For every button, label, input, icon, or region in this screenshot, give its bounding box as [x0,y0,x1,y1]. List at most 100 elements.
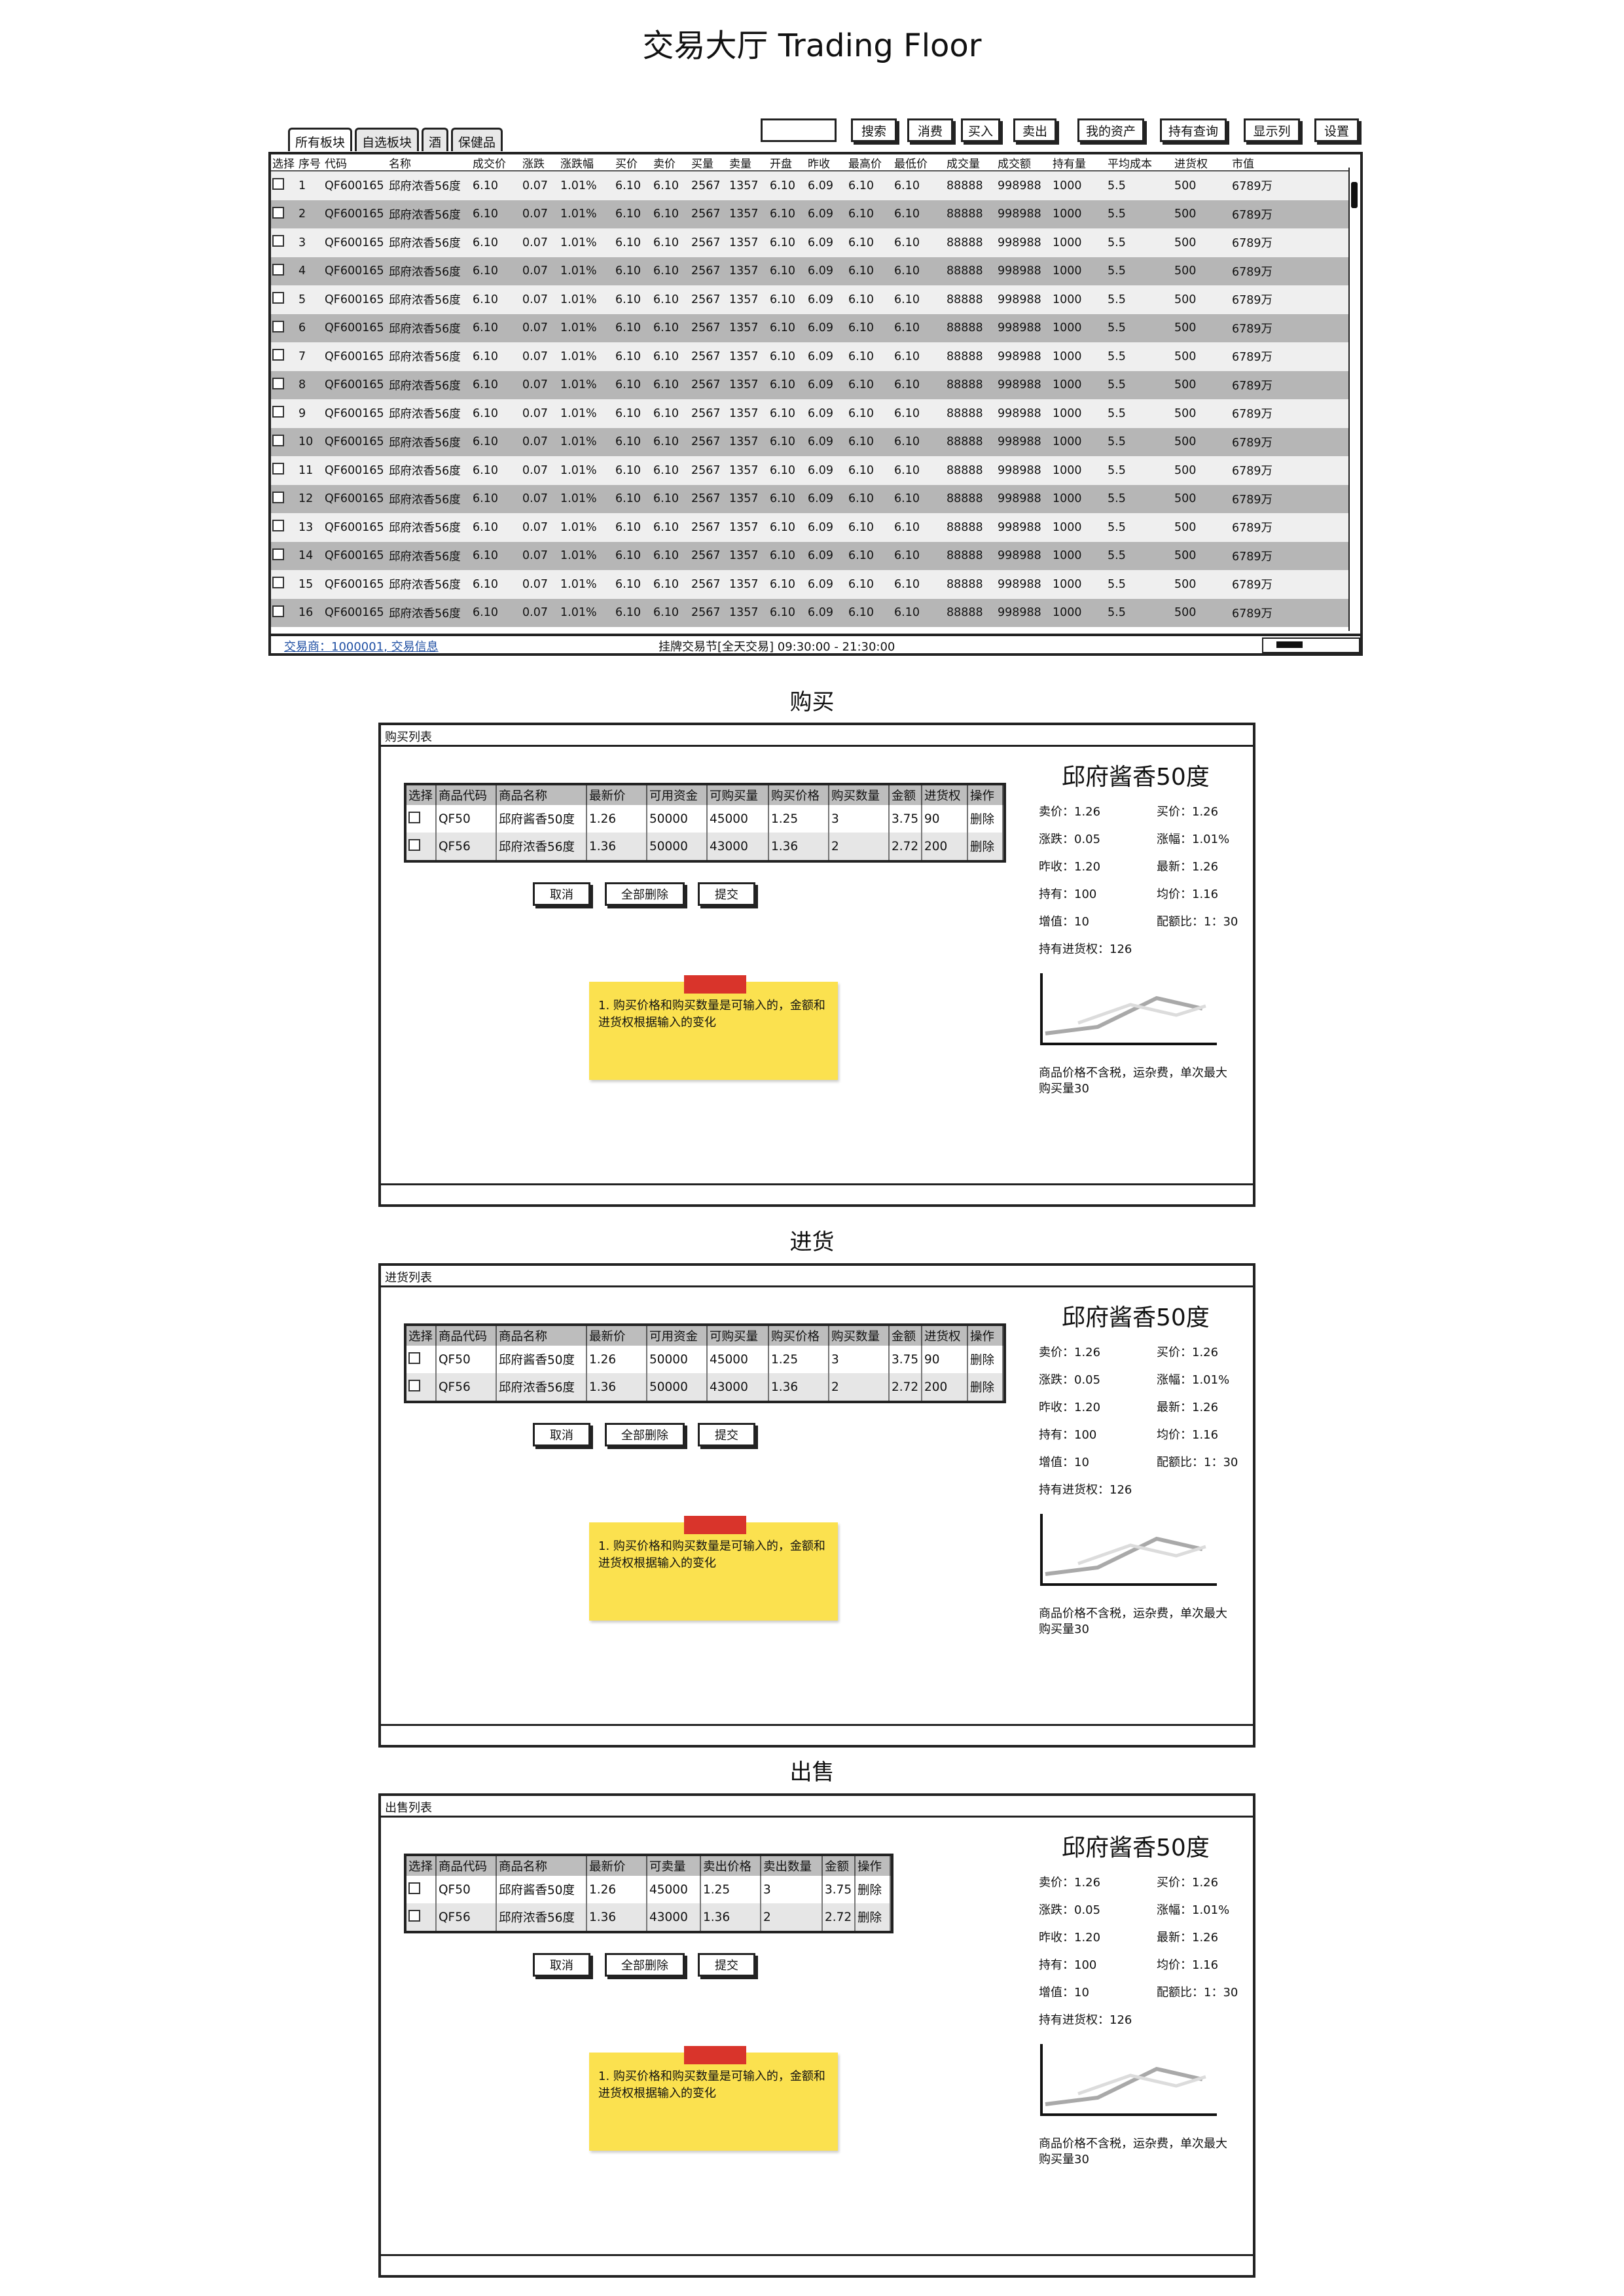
column-header[interactable]: 最低价 [893,154,945,171]
tab-health[interactable]: 保健品 [451,128,503,151]
select-cell[interactable] [271,320,297,336]
consume-button[interactable]: 消费 [907,118,953,142]
table-row[interactable]: QF56 邱府浓香56度 1.36 50000 43000 1.36 2 2.72 200 删除 [406,1373,1003,1401]
column-header[interactable]: 涨跌 [521,154,559,171]
select-cell[interactable] [271,605,297,620]
search-button[interactable]: 搜索 [851,118,897,142]
column-header[interactable]: 卖量 [728,154,768,171]
table-row[interactable]: QF50 邱府酱香50度 1.26 45000 1.25 3 3.75 删除 [406,1876,891,1903]
column-header[interactable]: 昨收 [806,154,847,171]
select-cell[interactable] [271,349,297,364]
select-cell[interactable] [271,178,297,193]
table-row[interactable]: 15 QF600165 邱府浓香56度 6.10 0.07 1.01% 6.10 6.10 25… [271,570,1360,599]
column-header[interactable]: 买量 [690,154,728,171]
row-checkbox[interactable] [272,349,284,361]
holdings-query-button[interactable]: 持有查询 [1160,118,1227,142]
table-row[interactable]: QF50 邱府酱香50度 1.26 50000 45000 1.25 3 3.75 90 删除 [406,805,1003,833]
select-cell[interactable] [271,434,297,450]
row-checkbox[interactable] [272,320,284,332]
select-cell[interactable] [271,577,297,592]
table-row[interactable]: QF50 邱府酱香50度 1.26 50000 45000 1.25 3 3.75 90 删除 [406,1346,1003,1373]
select-cell[interactable] [406,1373,437,1401]
table-row[interactable]: QF56 邱府浓香56度 1.36 43000 1.36 2 2.72 删除 [406,1903,891,1931]
select-cell[interactable] [406,1903,437,1931]
submit-button[interactable]: 提交 [698,1423,755,1446]
vertical-scrollbar[interactable] [1348,168,1360,631]
tab-favorite-boards[interactable]: 自选板块 [355,128,420,151]
select-cell[interactable] [271,206,297,222]
row-checkbox[interactable] [408,1352,420,1364]
row-checkbox[interactable] [272,235,284,247]
column-header[interactable]: 市值 [1231,154,1283,171]
row-checkbox[interactable] [272,377,284,389]
table-row[interactable]: 3 QF600165 邱府浓香56度 6.10 0.07 1.01% 6.10 6.10 256… [271,228,1360,257]
delete-link[interactable]: 删除 [855,1876,891,1903]
scroll-thumb[interactable] [1351,182,1358,208]
hscroll-thumb[interactable] [1276,641,1303,648]
buy-button[interactable]: 买入 [961,118,1000,142]
cancel-button[interactable]: 取消 [533,1953,590,1977]
row-checkbox[interactable] [408,1379,420,1391]
column-header[interactable]: 成交额 [996,154,1051,171]
table-row[interactable]: 1 QF600165 邱府浓香56度 6.10 0.07 1.01% 6.10 6.10 256… [271,171,1360,200]
delete-link[interactable]: 删除 [967,1346,1003,1373]
sell-button[interactable]: 卖出 [1013,118,1056,142]
delete-link[interactable]: 删除 [855,1903,891,1931]
settings-button[interactable]: 设置 [1314,118,1359,142]
show-columns-button[interactable]: 显示列 [1244,118,1300,142]
cancel-button[interactable]: 取消 [533,882,590,906]
submit-button[interactable]: 提交 [698,1953,755,1977]
trader-info-link[interactable]: 交易商：1000001, 交易信息 [284,637,439,655]
select-cell[interactable] [271,463,297,478]
select-cell[interactable] [271,235,297,250]
delete-all-button[interactable]: 全部删除 [605,882,685,906]
row-checkbox[interactable] [272,548,284,560]
row-checkbox[interactable] [408,1882,420,1894]
row-checkbox[interactable] [408,1909,420,1922]
table-row[interactable]: 2 QF600165 邱府浓香56度 6.10 0.07 1.01% 6.10 6.10 256… [271,200,1360,228]
delete-link[interactable]: 删除 [967,1373,1003,1401]
table-row[interactable]: 14 QF600165 邱府浓香56度 6.10 0.07 1.01% 6.10 6.10 25… [271,541,1360,570]
table-row[interactable]: 12 QF600165 邱府浓香56度 6.10 0.07 1.01% 6.10 6.10 25… [271,484,1360,513]
column-header[interactable]: 成交量 [945,154,996,171]
row-checkbox[interactable] [408,811,420,823]
search-input[interactable] [761,118,837,142]
select-cell[interactable] [271,406,297,421]
my-assets-button[interactable]: 我的资产 [1077,118,1144,142]
table-row[interactable]: 10 QF600165 邱府浓香56度 6.10 0.07 1.01% 6.10 6.10 25… [271,427,1360,456]
column-header[interactable]: 进货权 [1173,154,1231,171]
column-header[interactable]: 开盘 [768,154,806,171]
row-checkbox[interactable] [272,292,284,304]
row-checkbox[interactable] [272,206,284,219]
row-checkbox[interactable] [408,838,420,851]
select-cell[interactable] [271,491,297,507]
column-header[interactable]: 成交价 [471,154,521,171]
column-header[interactable]: 平均成本 [1106,154,1173,171]
row-checkbox[interactable] [272,463,284,475]
delete-all-button[interactable]: 全部删除 [605,1423,685,1446]
tab-liquor[interactable]: 酒 [422,128,449,151]
column-header[interactable]: 涨跌幅 [559,154,614,171]
row-checkbox[interactable] [272,434,284,446]
select-cell[interactable] [271,520,297,535]
table-row[interactable]: 4 QF600165 邱府浓香56度 6.10 0.07 1.01% 6.10 6.10 256… [271,257,1360,285]
table-row[interactable]: 8 QF600165 邱府浓香56度 6.10 0.07 1.01% 6.10 6.10 256… [271,370,1360,399]
select-cell[interactable] [271,548,297,564]
column-header[interactable]: 卖价 [652,154,690,171]
row-checkbox[interactable] [272,263,284,276]
table-row[interactable]: 6 QF600165 邱府浓香56度 6.10 0.07 1.01% 6.10 6.10 256… [271,314,1360,342]
table-row[interactable]: 16 QF600165 邱府浓香56度 6.10 0.07 1.01% 6.10 6.10 25… [271,598,1360,627]
select-cell[interactable] [271,292,297,307]
tab-all-boards[interactable]: 所有板块 [288,128,353,151]
column-header[interactable]: 持有量 [1051,154,1106,171]
delete-link[interactable]: 删除 [967,805,1003,833]
select-cell[interactable] [406,805,437,833]
table-row[interactable]: 13 QF600165 邱府浓香56度 6.10 0.07 1.01% 6.10 6.10 25… [271,513,1360,542]
table-row[interactable]: 11 QF600165 邱府浓香56度 6.10 0.07 1.01% 6.10 6.10 25… [271,456,1360,485]
table-row[interactable]: 7 QF600165 邱府浓香56度 6.10 0.07 1.01% 6.10 6.10 256… [271,342,1360,371]
select-cell[interactable] [271,377,297,393]
cancel-button[interactable]: 取消 [533,1423,590,1446]
select-cell[interactable] [406,1346,437,1373]
table-row[interactable]: 5 QF600165 邱府浓香56度 6.10 0.07 1.01% 6.10 6.10 256… [271,285,1360,314]
select-cell[interactable] [406,1876,437,1903]
